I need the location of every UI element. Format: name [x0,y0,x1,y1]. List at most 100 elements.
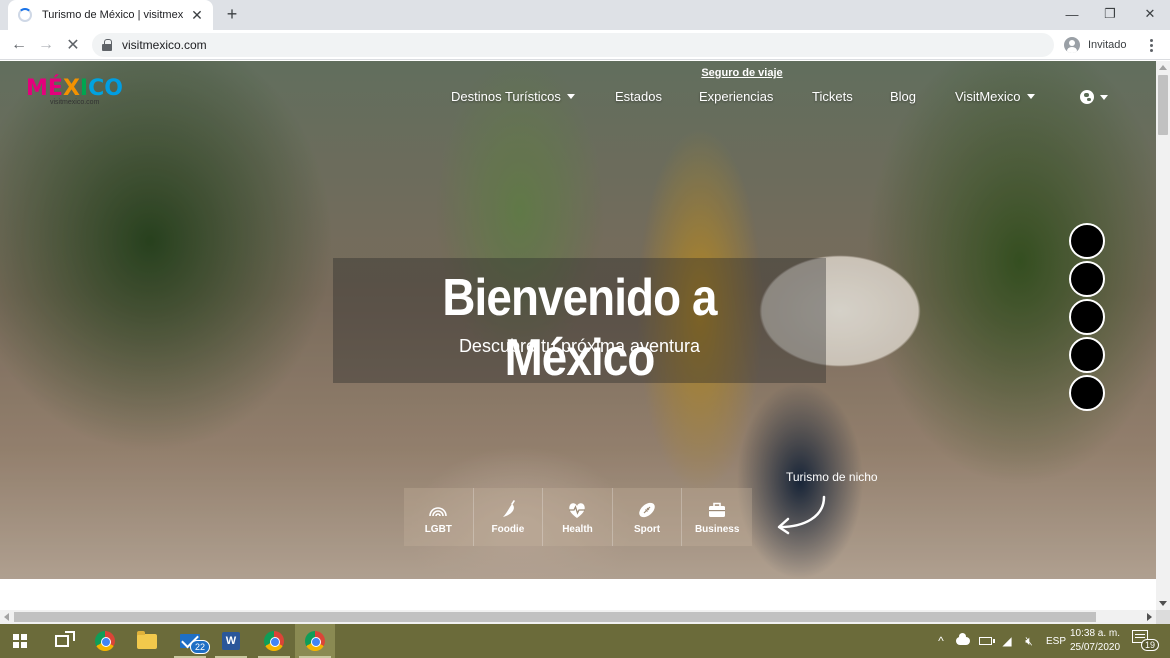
nav-visitmexico-label: VisitMexico [955,89,1021,104]
clock-time: 10:38 a. m. [1069,628,1121,639]
vertical-scroll-thumb[interactable] [1158,75,1168,135]
nav-destinos-label: Destinos Turísticos [451,89,561,104]
show-hidden-icons-icon[interactable]: ^ [934,634,948,648]
niche-item-label: Health [562,524,593,535]
hero-title: Bienvenido a México [442,269,717,387]
page-viewport: MÉXICO visitmexico.com Seguro de viaje D… [0,61,1170,624]
system-tray: ^ ◢ 🔇︎ ESP [934,624,1066,658]
travel-insurance-link[interactable]: Seguro de viaje [701,67,782,79]
avatar-icon [1064,37,1080,53]
address-bar[interactable]: visitmexico.com [92,33,1054,57]
horizontal-scrollbar[interactable] [0,610,1156,624]
heartbeat-icon [569,503,586,518]
taskbar-chrome[interactable] [85,624,125,658]
forward-button[interactable]: → [35,34,57,56]
clock[interactable]: 10:38 a. m. 25/07/2020 [1064,627,1126,655]
lock-icon[interactable] [102,39,112,51]
language-indicator[interactable]: ESP [1046,636,1066,647]
taskbar-chrome-3[interactable] [295,624,335,658]
close-window-button[interactable]: ✕ [1130,0,1170,28]
taskbar-chrome-2[interactable] [254,624,294,658]
hero-section: MÉXICO visitmexico.com Seguro de viaje D… [0,61,1156,579]
scroll-corner [1156,610,1170,624]
wifi-icon[interactable]: ◢ [1000,634,1014,648]
profile-label: Invitado [1088,39,1127,51]
notification-count-badge: 19 [1141,639,1160,651]
niche-tourism-bar: LGBT Foodie Health Sport Business [404,488,752,546]
loading-spinner-icon [18,8,32,22]
scroll-down-icon[interactable] [1159,601,1167,606]
close-tab-icon[interactable]: ✕ [189,7,205,24]
nav-visitmexico[interactable]: VisitMexico [955,89,1035,104]
niche-item-business[interactable]: Business [682,488,752,546]
nav-tickets-label: Tickets [812,89,853,104]
niche-item-label: Business [694,524,740,535]
scroll-up-icon[interactable] [1159,65,1167,70]
chrome-icon [95,631,115,651]
social-button-2[interactable] [1069,261,1105,297]
social-button-1[interactable] [1069,223,1105,259]
scroll-left-icon[interactable] [4,613,9,621]
back-button[interactable]: ← [8,34,30,56]
browser-tab[interactable]: Turismo de México | visitmexico.com ✕ [8,0,213,30]
minimize-button[interactable]: — [1052,0,1092,28]
nav-blog-label: Blog [890,89,917,104]
url-text[interactable]: visitmexico.com [122,38,207,52]
niche-item-foodie[interactable]: Foodie [473,488,544,546]
nav-tickets[interactable]: Tickets [812,89,853,104]
site-logo[interactable]: MÉXICO visitmexico.com [26,77,136,113]
taskbar-mail[interactable]: 22 [170,624,211,658]
taskbar-word[interactable]: W [211,624,251,658]
task-view-icon [55,631,75,647]
nav-estados[interactable]: Estados [615,89,662,104]
horizontal-scroll-thumb[interactable] [14,612,1096,622]
niche-item-health[interactable]: Health [543,488,613,546]
hero-title-box: Bienvenido a México Descubre tu próxima … [333,258,826,387]
menu-icon[interactable] [1142,34,1160,56]
globe-icon [1080,90,1094,104]
chevron-down-icon [566,94,575,99]
nav-experiencias[interactable]: Experiencias [699,89,773,104]
start-button[interactable] [0,624,40,658]
onedrive-icon[interactable] [956,633,970,648]
volume-muted-icon[interactable]: 🔇︎ [1022,634,1036,648]
battery-icon[interactable] [978,634,995,648]
new-tab-button[interactable]: + [222,4,242,24]
profile-button[interactable]: Invitado [1060,34,1135,56]
football-icon [639,502,655,518]
rainbow-icon [429,507,448,517]
briefcase-icon [709,502,726,517]
taskbar-file-explorer[interactable] [127,624,167,658]
social-button-3[interactable] [1069,299,1105,335]
mail-count-badge: 22 [190,640,211,654]
hero-subtitle: Descubre tu próxima aventura [458,336,701,356]
social-button-4[interactable] [1069,337,1105,373]
social-button-5[interactable] [1069,375,1105,411]
nav-blog[interactable]: Blog [890,89,916,104]
pepper-icon [502,500,515,517]
tab-strip: Turismo de México | visitmexico.com ✕ + … [0,0,1170,30]
nav-estados-label: Estados [615,89,662,104]
chevron-down-icon [1026,94,1035,99]
scroll-right-icon[interactable] [1147,613,1152,621]
clock-date: 25/07/2020 [1069,642,1121,653]
action-center-button[interactable]: 19 [1132,630,1160,652]
language-selector[interactable] [1080,90,1108,104]
toolbar: ← → ✕ visitmexico.com Invitado [0,30,1170,60]
tab-title: Turismo de México | visitmexico.com [42,9,183,21]
taskbar: 22 W ^ ◢ 🔇︎ ESP 10:38 a. m. 25/07/2020 1… [0,624,1170,658]
niche-item-label: Sport [634,524,661,535]
windows-icon [13,634,27,648]
niche-item-lgbt[interactable]: LGBT [404,488,474,546]
task-view-button[interactable] [42,624,82,658]
restore-button[interactable]: ❐ [1090,0,1130,28]
stop-loading-button[interactable]: ✕ [62,34,84,56]
chevron-down-icon [1100,94,1108,100]
niche-item-sport[interactable]: Sport [612,488,683,546]
top-link-row: Seguro de viaje [0,63,1156,81]
nav-destinos[interactable]: Destinos Turísticos [451,89,575,104]
word-icon: W [222,632,240,650]
niche-item-label: LGBT [424,524,452,535]
niche-tourism-label: Turismo de nicho [786,470,878,484]
vertical-scrollbar[interactable] [1156,61,1170,610]
